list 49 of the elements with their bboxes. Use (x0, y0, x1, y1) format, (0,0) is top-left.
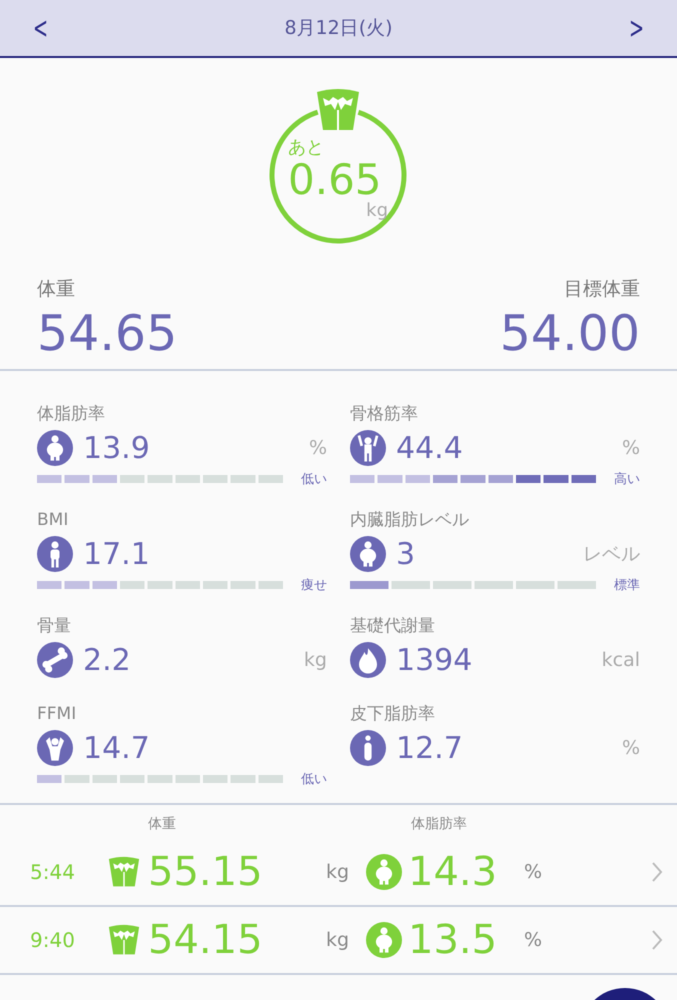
metric-value: 13.9 (83, 430, 151, 466)
metric-label: 内臓脂肪レベル (350, 509, 470, 532)
rating-label: 痩せ (301, 577, 327, 594)
fat-reading: 14.3 (408, 849, 498, 895)
metric-unit: % (622, 437, 640, 459)
time-text: 9:40 (30, 928, 76, 952)
remaining-value: 0.65 (288, 158, 382, 202)
weight-reading: 54.15 (148, 917, 264, 963)
column-header: 体重 (148, 815, 176, 833)
fat-reading: 13.5 (408, 917, 498, 963)
metric-label: 基礎代謝量 (350, 615, 436, 638)
metric-label: FFMI (37, 703, 78, 726)
metric-label: 体脂肪率 (37, 403, 106, 426)
metric-label: BMI (37, 509, 70, 532)
unit-text: kg (326, 929, 350, 951)
metric-value: 12.7 (396, 730, 464, 766)
weight-label: 体重 (37, 277, 76, 302)
weight-reading: 55.15 (148, 849, 264, 895)
unit-text: % (524, 929, 544, 951)
rating-label: 低い (301, 471, 327, 488)
time-text: 5:44 (30, 860, 76, 884)
metric-value: 44.4 (396, 430, 464, 466)
column-header: 体脂肪率 (411, 815, 467, 833)
metric-unit: % (622, 737, 640, 759)
weight-value: 54.65 (37, 304, 178, 364)
metric-unit: kg (304, 649, 327, 671)
date-title: 8月12日(火) (284, 16, 393, 41)
metric-unit: kcal (602, 649, 640, 671)
metric-unit: レベル (583, 542, 640, 567)
metric-label: 皮下脂肪率 (350, 703, 436, 726)
target-weight-label: 目標体重 (564, 277, 640, 302)
unit-text: % (524, 861, 544, 883)
metric-unit: % (308, 437, 327, 459)
metric-value: 3 (396, 536, 416, 572)
metric-value: 17.1 (83, 536, 151, 572)
metric-value: 2.2 (83, 642, 132, 678)
remaining-unit: kg (366, 202, 388, 220)
rating-label: 高い (614, 471, 640, 488)
target-weight-value: 54.00 (500, 304, 640, 364)
metric-value: 14.7 (83, 730, 151, 766)
remaining-label: あと (288, 138, 325, 158)
unit-text: kg (326, 861, 350, 883)
rating-label: 低い (301, 771, 327, 788)
metric-label: 骨格筋率 (350, 403, 419, 426)
metric-value: 1394 (396, 642, 474, 678)
metric-label: 骨量 (37, 615, 72, 638)
next-day-button[interactable]: > (626, 10, 646, 46)
rating-label: 標準 (614, 577, 640, 594)
previous-day-button[interactable]: < (30, 10, 51, 46)
